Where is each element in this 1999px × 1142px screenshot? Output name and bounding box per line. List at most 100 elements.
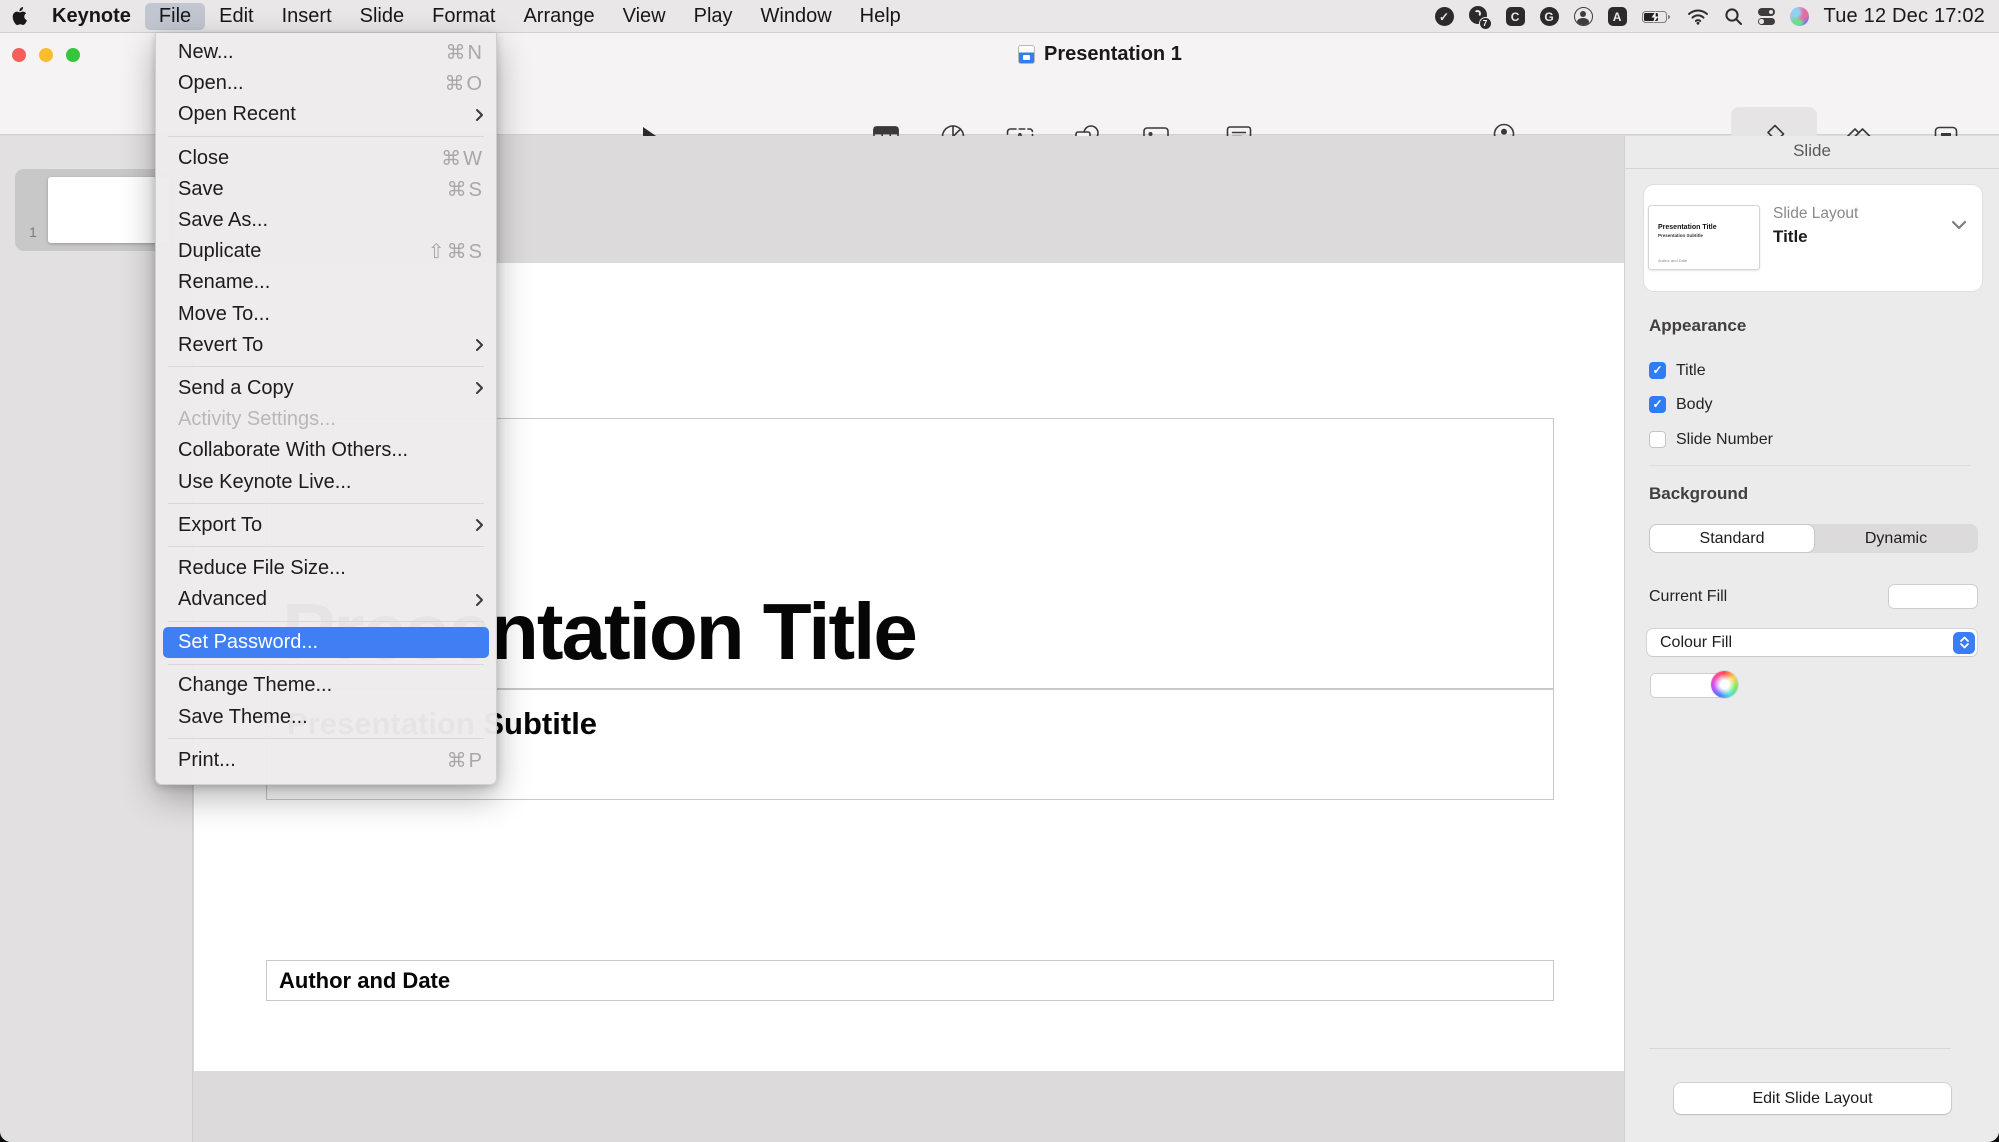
slide-layout-thumbnail: Presentation Title Presentation Subtitle… xyxy=(1649,206,1759,269)
menubar-item-file[interactable]: File xyxy=(145,3,205,30)
menu-divider xyxy=(168,621,484,622)
body-checkbox[interactable]: ✓ xyxy=(1649,396,1666,413)
battery-icon[interactable] xyxy=(1642,7,1672,27)
menu-item-activity-settings: Activity Settings... xyxy=(156,404,496,435)
menu-item-rename[interactable]: Rename... xyxy=(156,267,496,298)
menubar-item-insert[interactable]: Insert xyxy=(268,3,346,30)
segment-dynamic[interactable]: Dynamic xyxy=(1814,524,1978,553)
appearance-heading: Appearance xyxy=(1649,316,1746,336)
menu-bar: Keynote File Edit Insert Slide Format Ar… xyxy=(0,0,1999,33)
play-icon xyxy=(595,97,705,139)
submenu-arrow-icon xyxy=(475,108,484,122)
letter-a-app-icon[interactable]: A xyxy=(1608,7,1627,26)
menu-divider xyxy=(168,546,484,547)
menubar-item-play[interactable]: Play xyxy=(680,3,747,30)
fill-type-dropdown[interactable]: Colour Fill xyxy=(1647,629,1977,656)
menu-item-collaborate-with-others[interactable]: Collaborate With Others... xyxy=(156,435,496,466)
check-circle-icon[interactable]: ✓ xyxy=(1435,7,1454,26)
colour-wheel-button[interactable] xyxy=(1711,671,1738,698)
current-fill-swatch[interactable] xyxy=(1888,584,1978,609)
divider xyxy=(1649,1048,1951,1049)
spotlight-search-icon[interactable] xyxy=(1724,7,1743,26)
menu-item-move-to[interactable]: Move To... xyxy=(156,299,496,330)
slide-number-checkbox[interactable] xyxy=(1649,431,1666,448)
slide-thumbnail[interactable] xyxy=(48,177,170,243)
menu-item-open-recent[interactable]: Open Recent xyxy=(156,99,496,130)
menubar-item-arrange[interactable]: Arrange xyxy=(509,3,608,30)
minimize-window-button[interactable] xyxy=(39,48,53,62)
thumb-title-text: Presentation Title xyxy=(1658,224,1717,231)
document-icon xyxy=(1891,97,1999,139)
menu-item-reduce-file-size[interactable]: Reduce File Size... xyxy=(156,553,496,584)
author-placeholder-box[interactable]: Author and Date xyxy=(266,960,1554,1001)
chevron-down-icon[interactable] xyxy=(1951,217,1967,235)
thumb-subtitle-text: Presentation Subtitle xyxy=(1658,233,1703,238)
comment-icon xyxy=(1184,97,1294,139)
current-fill-label: Current Fill xyxy=(1649,588,1727,606)
menu-item-duplicate[interactable]: Duplicate⇧⌘S xyxy=(156,236,496,267)
keynote-doc-icon xyxy=(1018,45,1035,64)
timer-icon[interactable]: 7 xyxy=(1469,6,1491,28)
slide-layout-name: Title xyxy=(1773,227,1808,247)
menu-divider xyxy=(168,738,484,739)
submenu-arrow-icon xyxy=(475,518,484,532)
inspector-header: Slide xyxy=(1625,136,1999,169)
menu-item-revert-to[interactable]: Revert To xyxy=(156,330,496,361)
segment-standard[interactable]: Standard xyxy=(1650,524,1814,553)
menu-item-save-theme[interactable]: Save Theme... xyxy=(156,702,496,733)
menu-divider xyxy=(168,136,484,137)
menubar-item-help[interactable]: Help xyxy=(846,3,915,30)
menu-divider xyxy=(168,664,484,665)
status-bar: ✓ 7 C G A xyxy=(1435,0,1999,33)
background-segmented-control: Standard Dynamic xyxy=(1649,524,1978,553)
menubar-item-window[interactable]: Window xyxy=(747,3,846,30)
fill-type-value: Colour Fill xyxy=(1660,629,1732,656)
menubar-item-format[interactable]: Format xyxy=(418,3,509,30)
menu-item-use-keynote-live[interactable]: Use Keynote Live... xyxy=(156,466,496,497)
apple-menu[interactable] xyxy=(0,0,38,32)
submenu-arrow-icon xyxy=(475,381,484,395)
menu-item-advanced[interactable]: Advanced xyxy=(156,584,496,615)
menu-item-print[interactable]: Print...⌘P xyxy=(156,745,496,776)
menubar-clock[interactable]: Tue 12 Dec 17:02 xyxy=(1824,5,1985,28)
menubar-item-slide[interactable]: Slide xyxy=(346,3,418,30)
control-center-icon[interactable] xyxy=(1758,8,1775,25)
menu-item-save[interactable]: Save⌘S xyxy=(156,174,496,205)
title-checkbox[interactable]: ✓ xyxy=(1649,362,1666,379)
menu-item-send-a-copy[interactable]: Send a Copy xyxy=(156,373,496,404)
menu-divider xyxy=(168,366,484,367)
window-controls xyxy=(12,48,80,62)
menubar-item-keynote[interactable]: Keynote xyxy=(38,3,145,30)
apple-logo-icon xyxy=(12,7,27,25)
menu-item-change-theme[interactable]: Change Theme... xyxy=(156,670,496,701)
person-circle-icon[interactable] xyxy=(1574,7,1593,26)
menu-item-export-to[interactable]: Export To xyxy=(156,510,496,541)
submenu-arrow-icon xyxy=(475,338,484,352)
siri-icon[interactable] xyxy=(1790,7,1809,26)
window-title-area: Presentation 1 xyxy=(1018,43,1182,66)
stepper-icon[interactable] xyxy=(1953,632,1975,654)
zoom-window-button[interactable] xyxy=(66,48,80,62)
edit-slide-layout-button[interactable]: Edit Slide Layout xyxy=(1674,1083,1951,1114)
slide-number-checkbox-label: Slide Number xyxy=(1676,431,1773,449)
close-window-button[interactable] xyxy=(12,48,26,62)
menubar-item-edit[interactable]: Edit xyxy=(205,3,267,30)
window-title: Presentation 1 xyxy=(1044,43,1182,66)
format-inspector: Slide Presentation Title Presentation Su… xyxy=(1624,136,1999,1142)
menu-item-set-password[interactable]: Set Password... xyxy=(163,627,489,658)
menu-item-save-as[interactable]: Save As... xyxy=(156,205,496,236)
menu-item-open[interactable]: Open...⌘O xyxy=(156,68,496,99)
slide-number: 1 xyxy=(24,224,42,240)
file-menu: New...⌘N Open...⌘O Open Recent Close⌘W S… xyxy=(155,33,497,785)
wifi-icon[interactable] xyxy=(1687,8,1709,25)
menubar-item-view[interactable]: View xyxy=(609,3,680,30)
background-heading: Background xyxy=(1649,484,1748,504)
letter-g-app-icon[interactable]: G xyxy=(1540,7,1559,26)
slide-author-text: Author and Date xyxy=(279,961,450,1000)
collaborate-icon xyxy=(1448,97,1558,139)
submenu-arrow-icon xyxy=(475,593,484,607)
menu-item-new[interactable]: New...⌘N xyxy=(156,37,496,68)
menu-divider xyxy=(168,503,484,504)
menu-item-close[interactable]: Close⌘W xyxy=(156,143,496,174)
letter-c-app-icon[interactable]: C xyxy=(1506,7,1525,26)
